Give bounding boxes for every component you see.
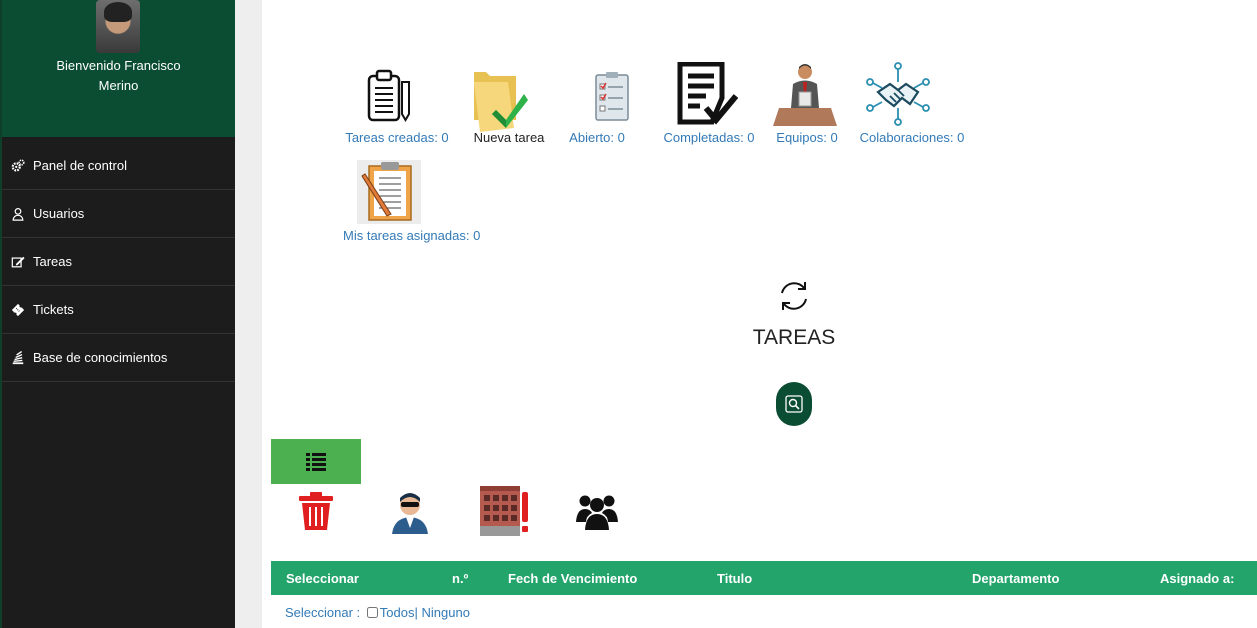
users-group-icon xyxy=(576,495,618,530)
trash-icon xyxy=(299,492,333,530)
sidebar: Bienvenido Francisco Merino Panel de con… xyxy=(0,0,235,628)
tasks-created-card[interactable]: Tareas creadas: 0 xyxy=(340,68,454,148)
column-header-department[interactable]: Departamento xyxy=(972,571,1059,586)
checklist-clipboard-icon xyxy=(595,72,629,121)
sidebar-item-tickets[interactable]: Tickets xyxy=(2,286,235,334)
assign-user-button[interactable] xyxy=(388,490,432,539)
sidebar-item-tareas[interactable]: Tareas xyxy=(2,238,235,286)
refresh-button[interactable] xyxy=(776,278,812,314)
search-icon xyxy=(785,395,803,413)
search-button[interactable] xyxy=(776,382,812,426)
table-header: Seleccionar n.º Fech de Vencimiento Titu… xyxy=(271,561,1257,595)
delete-button[interactable] xyxy=(298,492,334,535)
tasks-created-label: Tareas creadas: 0 xyxy=(345,130,449,145)
sidebar-nav: Panel de control Usuarios Tareas Tickets… xyxy=(2,142,235,382)
stack-icon xyxy=(10,350,26,365)
clipboard-pencil-icon xyxy=(367,69,410,122)
sidebar-item-label: Panel de control xyxy=(33,158,127,173)
column-header-select[interactable]: Seleccionar xyxy=(286,571,359,586)
page-title: TAREAS xyxy=(752,326,836,349)
avatar xyxy=(96,0,140,53)
department-button[interactable] xyxy=(478,486,530,541)
gears-icon xyxy=(10,158,26,173)
column-header-assigned-to[interactable]: Asignado a: xyxy=(1160,571,1234,586)
edit-icon xyxy=(10,255,26,269)
completed-tasks-card[interactable]: Completadas: 0 xyxy=(660,62,758,148)
ticket-icon xyxy=(10,303,26,317)
agent-icon xyxy=(392,493,428,534)
new-task-card[interactable]: Nueva tarea xyxy=(466,68,552,148)
user-icon xyxy=(10,207,26,221)
refresh-icon xyxy=(781,282,807,310)
assigned-tasks-card[interactable]: Mis tareas asignadas: 0 xyxy=(340,160,490,244)
column-header-title[interactable]: Titulo xyxy=(717,571,752,586)
sidebar-item-usuarios[interactable]: Usuarios xyxy=(2,190,235,238)
folder-arrow-icon xyxy=(474,72,528,132)
assigned-clipboard-icon xyxy=(357,160,421,224)
groups-button[interactable] xyxy=(576,492,618,535)
welcome-text: Bienvenido Francisco Merino xyxy=(2,56,235,96)
welcome-line-1: Bienvenido Francisco xyxy=(56,58,181,73)
collaborations-label: Colaboraciones: 0 xyxy=(859,130,965,145)
building-icon xyxy=(480,486,528,536)
sidebar-item-base-de-conocimientos[interactable]: Base de conocimientos xyxy=(2,334,235,382)
businessman-desk-icon xyxy=(773,64,837,126)
select-all-link[interactable]: Todos xyxy=(380,605,415,620)
select-all-checkbox[interactable] xyxy=(366,607,378,619)
sidebar-item-label: Base de conocimientos xyxy=(33,350,168,365)
list-view-button[interactable] xyxy=(271,439,361,484)
column-header-number[interactable]: n.º xyxy=(452,571,468,586)
handshake-network-icon xyxy=(866,62,930,126)
sidebar-item-label: Tareas xyxy=(33,254,73,269)
select-prefix-label: Seleccionar : xyxy=(285,605,361,620)
collaborations-card[interactable]: Colaboraciones: 0 xyxy=(855,62,969,148)
new-task-label: Nueva tarea xyxy=(473,130,545,145)
sidebar-item-panel-de-control[interactable]: Panel de control xyxy=(2,142,235,190)
select-separator: | xyxy=(414,605,418,620)
column-header-due-date[interactable]: Fech de Vencimiento xyxy=(508,571,637,586)
open-tasks-label: Abierto: 0 xyxy=(569,130,625,145)
open-tasks-card[interactable]: Abierto: 0 xyxy=(562,68,632,148)
document-check-icon xyxy=(677,62,738,125)
assigned-tasks-label: Mis tareas asignadas: 0 xyxy=(343,228,481,243)
list-icon xyxy=(306,452,326,471)
content-gutter xyxy=(235,0,262,628)
select-none-link[interactable]: Ninguno xyxy=(422,605,470,620)
teams-label: Equipos: 0 xyxy=(776,130,838,145)
sidebar-item-label: Usuarios xyxy=(33,206,85,221)
select-row: Seleccionar : Todos| Ninguno xyxy=(285,605,470,620)
profile-panel: Bienvenido Francisco Merino xyxy=(2,0,235,137)
welcome-line-2: Merino xyxy=(98,78,139,93)
completed-tasks-label: Completadas: 0 xyxy=(663,130,755,145)
sidebar-item-label: Tickets xyxy=(33,302,74,317)
teams-card[interactable]: Equipos: 0 xyxy=(770,62,844,148)
